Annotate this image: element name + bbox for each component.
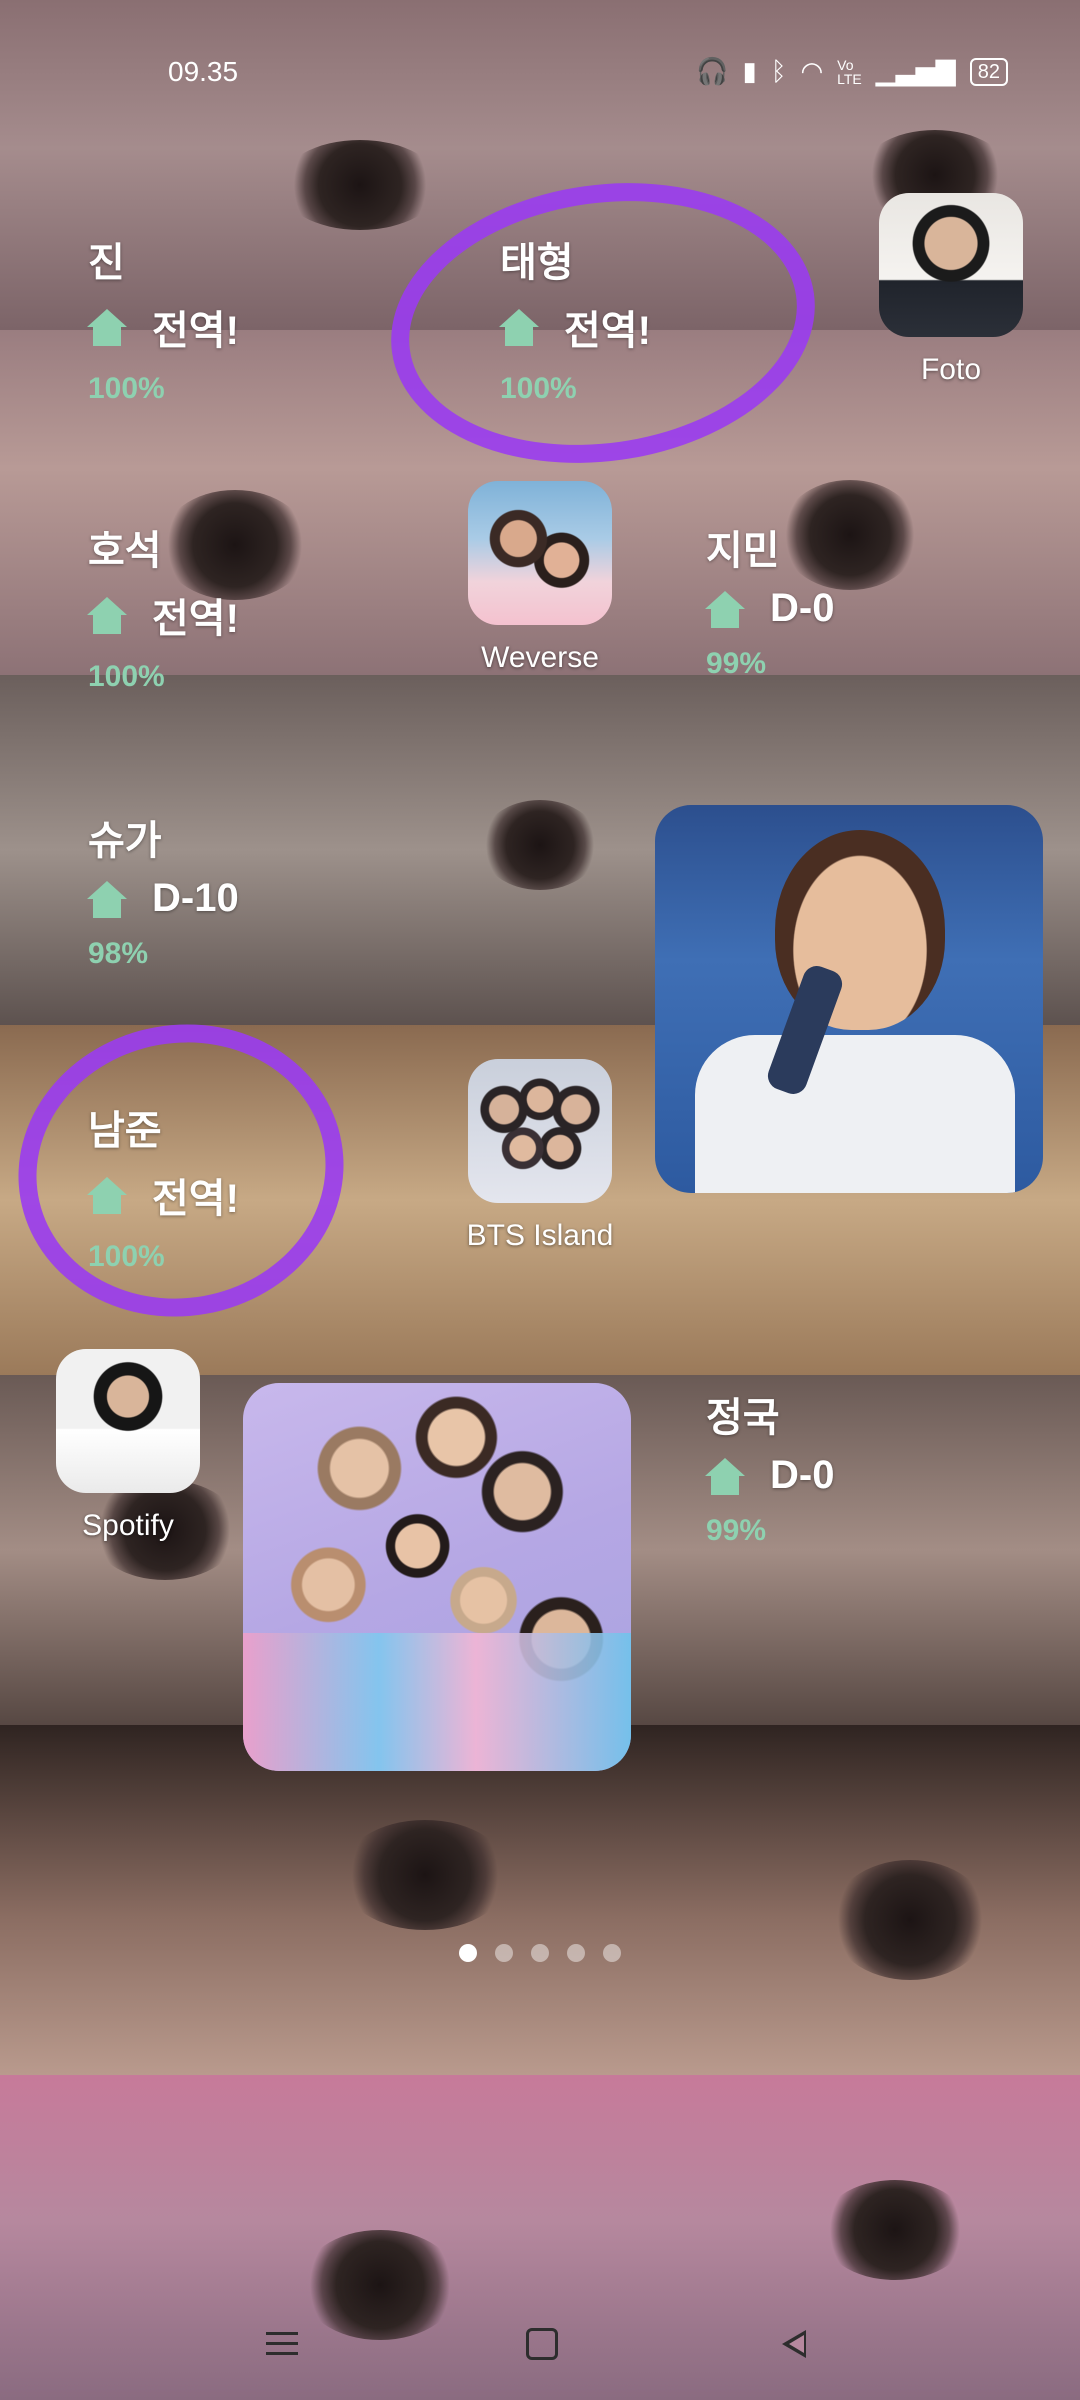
widget-name: 남준 [88, 1109, 162, 1153]
back-icon[interactable] [772, 2324, 820, 2364]
app-spotify[interactable]: Spotify [56, 1349, 200, 1543]
house-icon [87, 597, 127, 634]
widget-name: 슈가 [88, 819, 162, 863]
widget-status: D-0 [770, 586, 835, 630]
app-weverse[interactable]: Weverse [468, 481, 612, 675]
countdown-widget-suga[interactable]: 슈가 D-10 98% [87, 808, 239, 971]
app-label: Weverse [481, 641, 599, 674]
page-dot[interactable] [531, 1944, 549, 1962]
page-dot[interactable] [459, 1944, 477, 1962]
status-time: 09.35 [168, 56, 239, 87]
app-label: Spotify [82, 1509, 174, 1542]
wallpaper-eye [830, 1860, 990, 1980]
volte-icon: Vo LTE [837, 56, 862, 87]
widget-name: 정국 [706, 1396, 780, 1440]
status-bar: 09.35 🎧 ▮ ᛒ ◠ Vo LTE ▁▃▅▇ 82 [0, 52, 1080, 92]
widget-name: 진 [88, 241, 125, 285]
house-icon [87, 880, 127, 918]
widget-name: 호석 [88, 529, 162, 573]
wallpaper-eye [480, 800, 600, 890]
group-photo-widget[interactable] [243, 1383, 631, 1771]
house-icon [87, 309, 127, 346]
wallpaper-eye [340, 1820, 510, 1930]
status-icons: 🎧 ▮ ᛒ ◠ Vo LTE ▁▃▅▇ 82 [696, 56, 1008, 87]
widget-percent: 100% [88, 660, 165, 693]
widget-status: 전역! [564, 309, 651, 353]
house-icon [499, 309, 539, 346]
countdown-widget-jungkook[interactable]: 정국 D-0 99% [705, 1385, 835, 1548]
navigation-bar [0, 2310, 1080, 2380]
widget-percent: 99% [706, 1514, 767, 1547]
countdown-widget-jin[interactable]: 진 전역! 100% [87, 230, 239, 406]
house-icon [705, 1457, 745, 1495]
weverse-app-icon[interactable] [468, 481, 612, 625]
photo-widget[interactable] [655, 805, 1043, 1193]
wifi-icon: ◠ [800, 56, 824, 86]
widget-percent: 100% [88, 1240, 165, 1273]
app-bts-island[interactable]: BTS Island [440, 1059, 640, 1253]
widget-status: D-0 [770, 1453, 835, 1497]
house-icon [87, 1177, 127, 1214]
countdown-widget-jimin[interactable]: 지민 D-0 99% [705, 518, 835, 681]
headphones-icon: 🎧 [696, 56, 729, 86]
house-icon [705, 590, 745, 628]
home-icon[interactable] [516, 2324, 564, 2364]
battery-indicator: 82 [969, 57, 1008, 86]
widget-status: 전역! [152, 597, 239, 641]
app-label: Foto [920, 353, 982, 386]
vibrate-icon: ▮ [742, 56, 757, 86]
photo-clothes [243, 1633, 631, 1771]
bluetooth-icon: ᛒ [770, 56, 787, 86]
spotify-app-icon[interactable] [56, 1349, 200, 1493]
countdown-widget-hoseok[interactable]: 호석 전역! 100% [87, 518, 239, 694]
signal-icon: ▁▃▅▇ [875, 56, 956, 86]
bts-island-app-icon[interactable] [468, 1059, 612, 1203]
app-foto[interactable]: Foto [879, 193, 1023, 387]
wallpaper-eye [280, 140, 440, 230]
wallpaper-eye [820, 2180, 970, 2280]
photo-shirt [695, 1035, 1015, 1193]
page-dot[interactable] [495, 1944, 513, 1962]
countdown-widget-taehyung[interactable]: 태형 전역! 100% [499, 230, 651, 406]
widget-status: 전역! [152, 309, 239, 353]
page-dot[interactable] [567, 1944, 585, 1962]
widget-name: 지민 [706, 529, 780, 573]
countdown-widget-namjoon[interactable]: 남준 전역! 100% [87, 1098, 239, 1274]
widget-name: 태형 [500, 241, 574, 285]
app-label: BTS Island [466, 1219, 614, 1252]
menu-icon[interactable] [258, 2324, 306, 2364]
widget-status: 전역! [152, 1177, 239, 1221]
widget-percent: 100% [500, 372, 577, 405]
page-dot[interactable] [603, 1944, 621, 1962]
foto-app-icon[interactable] [879, 193, 1023, 337]
widget-percent: 98% [88, 937, 149, 970]
widget-percent: 100% [88, 372, 165, 405]
widget-percent: 99% [706, 647, 767, 680]
widget-status: D-10 [152, 876, 239, 920]
page-indicator[interactable] [0, 1944, 1080, 1962]
